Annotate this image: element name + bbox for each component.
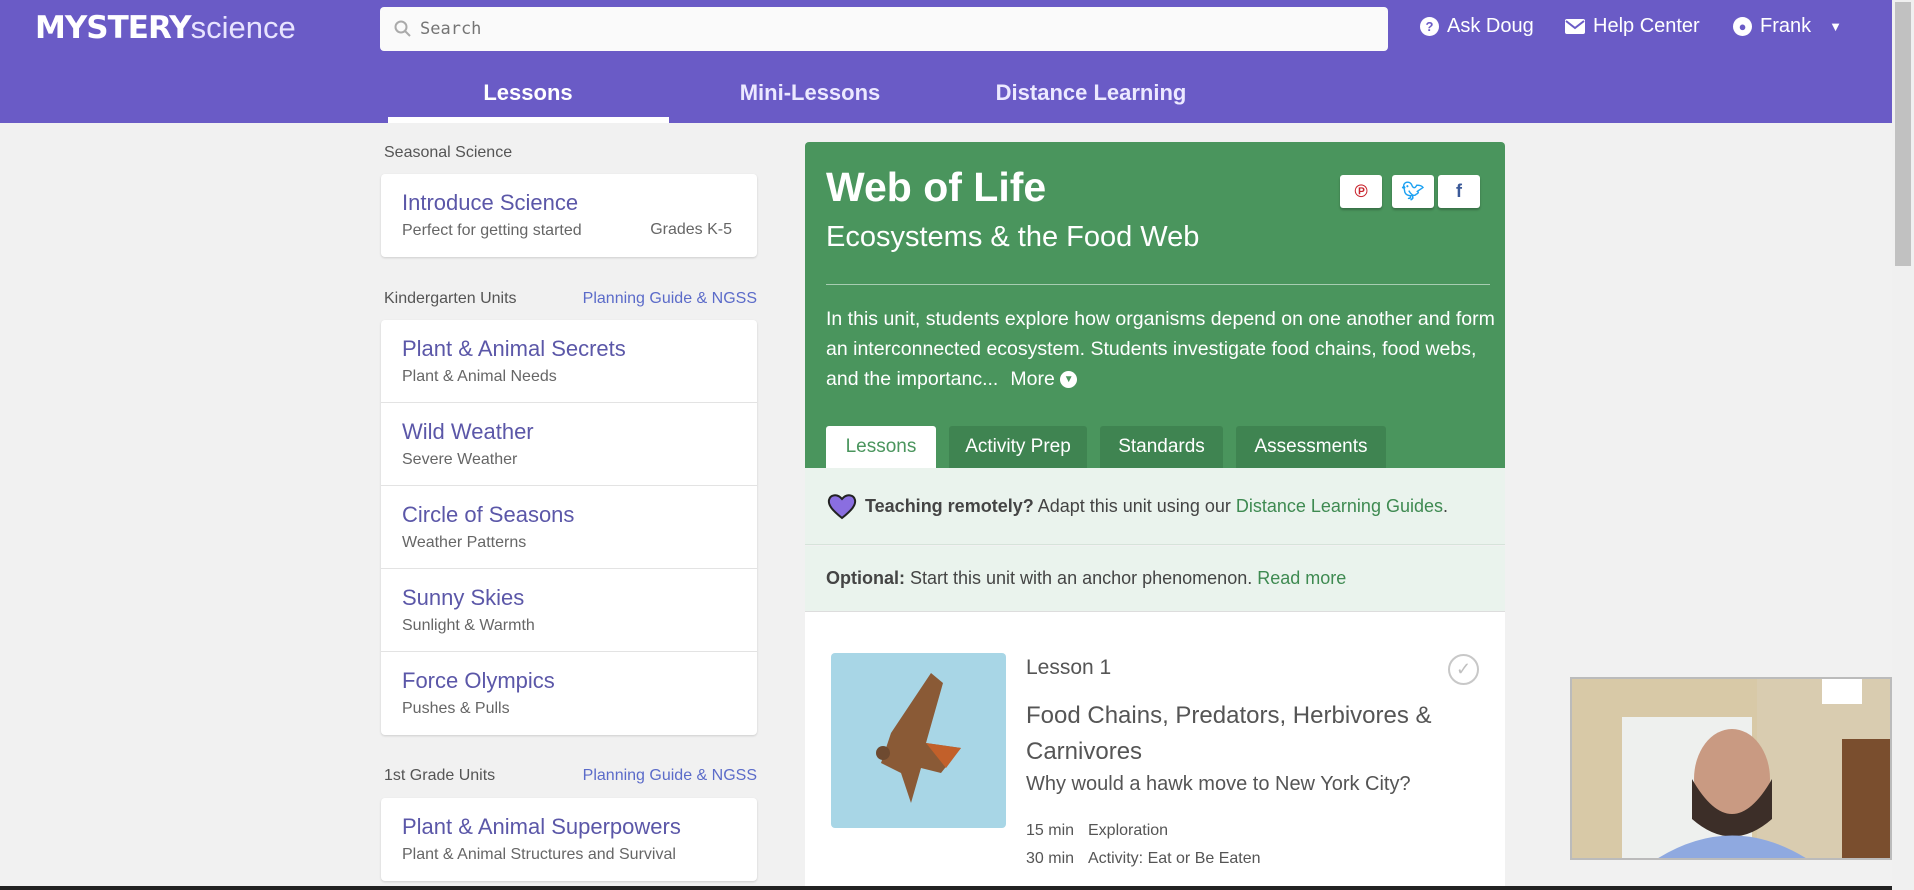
mystery-science-logo[interactable]: MYSTERYscience bbox=[35, 10, 296, 46]
unit-title: Sunny Skies bbox=[402, 585, 525, 610]
unit-grades: Grades K-5 bbox=[650, 221, 732, 238]
divider bbox=[826, 284, 1490, 285]
webcam-video-overlay[interactable] bbox=[1570, 677, 1892, 860]
read-more-link[interactable]: Read more bbox=[1257, 568, 1346, 588]
unit-introduce-science[interactable]: Introduce Science Perfect for getting st… bbox=[381, 174, 757, 257]
activity-time: 15 min bbox=[1026, 822, 1075, 839]
activity-row: 30 min Activity: Eat or Be Eaten bbox=[1026, 850, 1261, 868]
unit-item[interactable]: Sunny Skies Sunlight & Warmth bbox=[381, 569, 757, 652]
first-grade-units-list: Plant & Animal Superpowers Plant & Animal… bbox=[381, 798, 757, 881]
unit-description: In this unit, students explore how organ… bbox=[826, 304, 1496, 394]
heart-icon bbox=[827, 494, 857, 520]
taskbar-edge bbox=[0, 886, 1892, 890]
first-grade-heading: 1st Grade Units bbox=[384, 767, 496, 784]
unit-subtitle: Plant & Animal Structures and Survival bbox=[402, 846, 676, 863]
tab-assessments[interactable]: Assessments bbox=[1236, 426, 1386, 468]
unit-title: Introduce Science bbox=[402, 190, 579, 215]
unit-item[interactable]: Force Olympics Pushes & Pulls bbox=[381, 652, 757, 735]
lesson-card[interactable]: Lesson 1 Food Chains, Predators, Herbivo… bbox=[805, 612, 1505, 890]
chevron-down-circle-icon: ▼ bbox=[1060, 371, 1078, 389]
user-name: Frank bbox=[1760, 15, 1812, 37]
unit-title: Force Olympics bbox=[402, 668, 555, 693]
more-label: More bbox=[1010, 368, 1055, 390]
search-icon bbox=[394, 20, 411, 37]
top-header: MYSTERYscience ? Ask Doug Help Center ● Fr… bbox=[0, 0, 1892, 123]
twitter-share-button[interactable]: 🐦︎ bbox=[1392, 175, 1434, 208]
unit-title: Plant & Animal Superpowers bbox=[402, 814, 681, 839]
kindergarten-heading: Kindergarten Units bbox=[384, 290, 517, 307]
teaching-remotely-banner: Teaching remotely? Adapt this unit using… bbox=[805, 468, 1505, 545]
hawk-image bbox=[831, 653, 1006, 828]
facebook-icon: f bbox=[1456, 181, 1462, 201]
unit-title: Plant & Animal Secrets bbox=[402, 336, 626, 361]
optional-text: Start this unit with an anchor phenomeno… bbox=[905, 568, 1258, 588]
unit-item[interactable]: Plant & Animal Secrets Plant & Animal Nee… bbox=[381, 320, 757, 403]
activity-time: 30 min bbox=[1026, 850, 1075, 867]
facebook-share-button[interactable]: f bbox=[1438, 175, 1480, 208]
nav-tab-lessons[interactable]: Lessons bbox=[387, 80, 669, 106]
kindergarten-planning-guide-link[interactable]: Planning Guide & NGSS bbox=[583, 290, 757, 308]
unit-title: Wild Weather bbox=[402, 419, 534, 444]
unit-item[interactable]: Circle of Seasons Weather Patterns bbox=[381, 486, 757, 569]
unit-subtitle: Ecosystems & the Food Web bbox=[826, 221, 1200, 253]
tab-activity-prep[interactable]: Activity Prep bbox=[949, 426, 1087, 468]
logo-bold: MYSTERY bbox=[35, 10, 192, 46]
unit-item[interactable]: Plant & Animal Superpowers Plant & Animal… bbox=[381, 798, 757, 881]
unit-subtitle: Weather Patterns bbox=[402, 534, 527, 551]
description-text: In this unit, students explore how organ… bbox=[826, 308, 1495, 390]
tab-lessons[interactable]: Lessons bbox=[826, 426, 936, 468]
scrollbar-thumb[interactable] bbox=[1895, 2, 1911, 266]
nav-tab-distance-learning[interactable]: Distance Learning bbox=[950, 80, 1232, 106]
optional-bold: Optional: bbox=[826, 568, 905, 588]
unit-title: Web of Life bbox=[826, 164, 1047, 210]
envelope-icon bbox=[1565, 19, 1585, 34]
lesson-number: Lesson 1 bbox=[1026, 656, 1112, 679]
pinterest-share-button[interactable]: ℗ bbox=[1340, 175, 1382, 208]
unit-item[interactable]: Wild Weather Severe Weather bbox=[381, 403, 757, 486]
question-icon: ? bbox=[1420, 17, 1439, 36]
remote-end: . bbox=[1442, 495, 1448, 516]
logo-light: science bbox=[190, 10, 296, 45]
help-center-label: Help Center bbox=[1593, 15, 1700, 37]
twitter-icon: 🐦︎ bbox=[1401, 181, 1425, 201]
remote-bold: Teaching remotely? bbox=[865, 495, 1034, 516]
tab-standards[interactable]: Standards bbox=[1100, 426, 1223, 468]
search-bar[interactable] bbox=[380, 7, 1388, 51]
help-center-link[interactable]: Help Center bbox=[1565, 15, 1700, 38]
search-input[interactable] bbox=[420, 19, 1320, 39]
user-icon: ● bbox=[1733, 17, 1752, 36]
seasonal-science-heading: Seasonal Science bbox=[384, 144, 513, 161]
activity-name: Exploration bbox=[1088, 822, 1169, 839]
unit-subtitle: Plant & Animal Needs bbox=[402, 368, 557, 385]
lesson-question: Why would a hawk move to New York City? bbox=[1026, 773, 1411, 795]
unit-subtitle: Pushes & Pulls bbox=[402, 700, 510, 717]
distance-learning-guides-link[interactable]: Distance Learning Guides bbox=[1236, 496, 1443, 516]
nav-tab-mini-lessons[interactable]: Mini-Lessons bbox=[669, 80, 951, 106]
lesson-complete-check-icon[interactable]: ✓ bbox=[1448, 654, 1479, 685]
lesson-title[interactable]: Food Chains, Predators, Herbivores & Car… bbox=[1026, 698, 1446, 770]
active-tab-underline bbox=[388, 117, 669, 123]
pinterest-icon: ℗ bbox=[1354, 181, 1368, 201]
kindergarten-units-list: Plant & Animal Secrets Plant & Animal Nee… bbox=[381, 320, 757, 735]
optional-anchor-banner: Optional: Start this unit with an anchor… bbox=[805, 546, 1505, 612]
unit-subtitle: Sunlight & Warmth bbox=[402, 617, 535, 634]
user-menu[interactable]: ● Frank ▼ bbox=[1733, 15, 1842, 38]
unit-header-card: Web of Life Ecosystems & the Food Web ℗ … bbox=[805, 142, 1505, 468]
ask-doug-link[interactable]: ? Ask Doug bbox=[1420, 15, 1534, 38]
more-toggle[interactable]: More ▼ bbox=[1010, 368, 1078, 390]
seasonal-card: Introduce Science Perfect for getting st… bbox=[381, 174, 757, 257]
ask-doug-label: Ask Doug bbox=[1447, 15, 1534, 37]
remote-text: Adapt this unit using our bbox=[1033, 495, 1236, 516]
caret-down-icon: ▼ bbox=[1829, 19, 1842, 34]
activity-row: 15 min Exploration bbox=[1026, 822, 1168, 840]
activity-name: Activity: Eat or Be Eaten bbox=[1088, 850, 1261, 867]
unit-title: Circle of Seasons bbox=[402, 502, 575, 527]
unit-subtitle: Severe Weather bbox=[402, 451, 518, 468]
first-grade-planning-guide-link[interactable]: Planning Guide & NGSS bbox=[583, 767, 757, 785]
